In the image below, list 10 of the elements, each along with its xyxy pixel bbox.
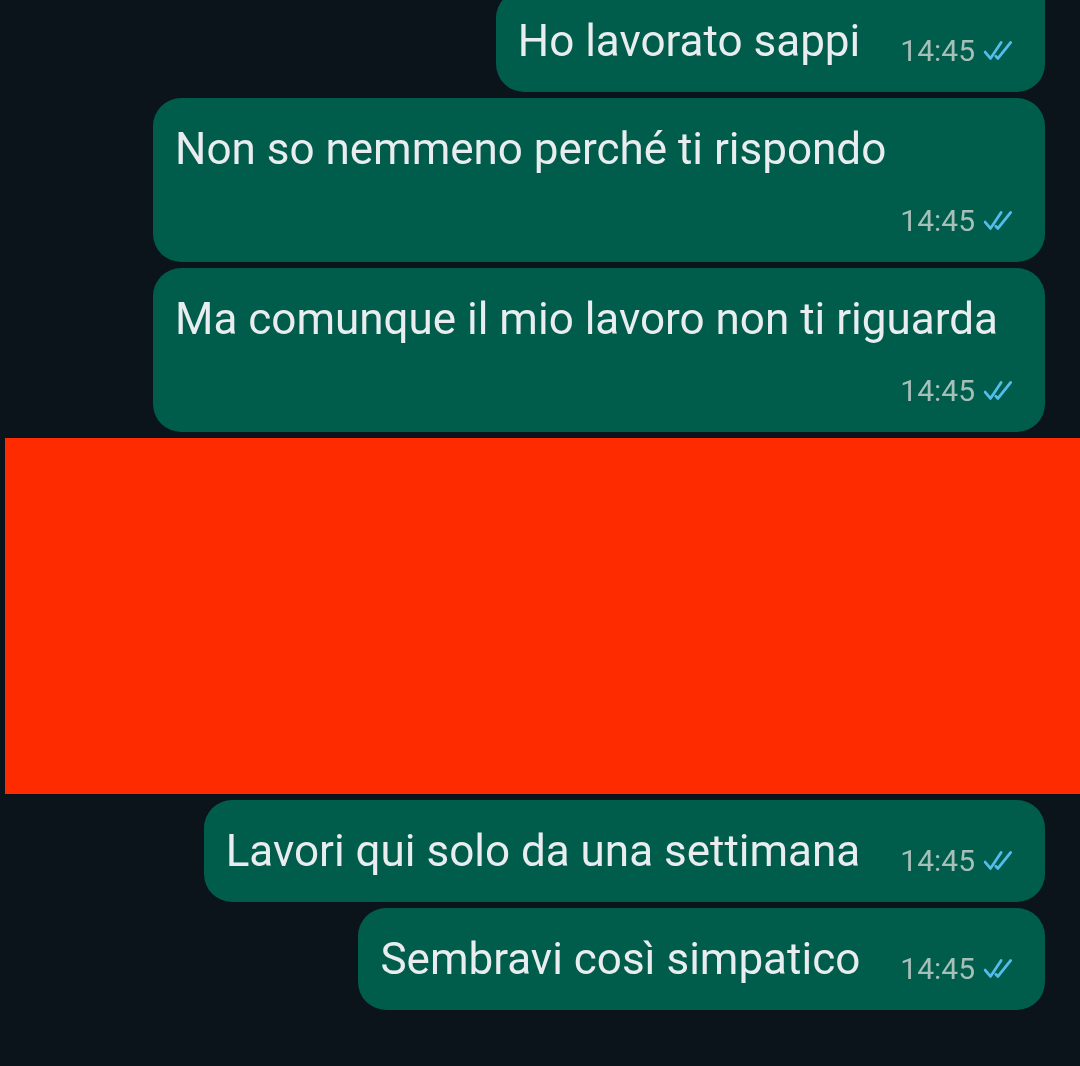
message-text: Lavori qui solo da una settimana — [225, 824, 861, 879]
message-text: Ho lavorato sappi — [517, 14, 861, 69]
message-time: 14:45 — [900, 34, 975, 68]
message-time: 14:45 — [900, 952, 975, 986]
message-time: 14:45 — [900, 844, 975, 878]
message-time: 14:45 — [900, 374, 975, 408]
message-text: Non so nemmeno perché ti rispondo — [175, 122, 887, 177]
message-text: Ma comunque il mio lavoro non ti riguarda — [175, 292, 998, 347]
message-text: Sembravi così simpatico — [380, 932, 861, 987]
message-time: 14:45 — [900, 204, 975, 238]
